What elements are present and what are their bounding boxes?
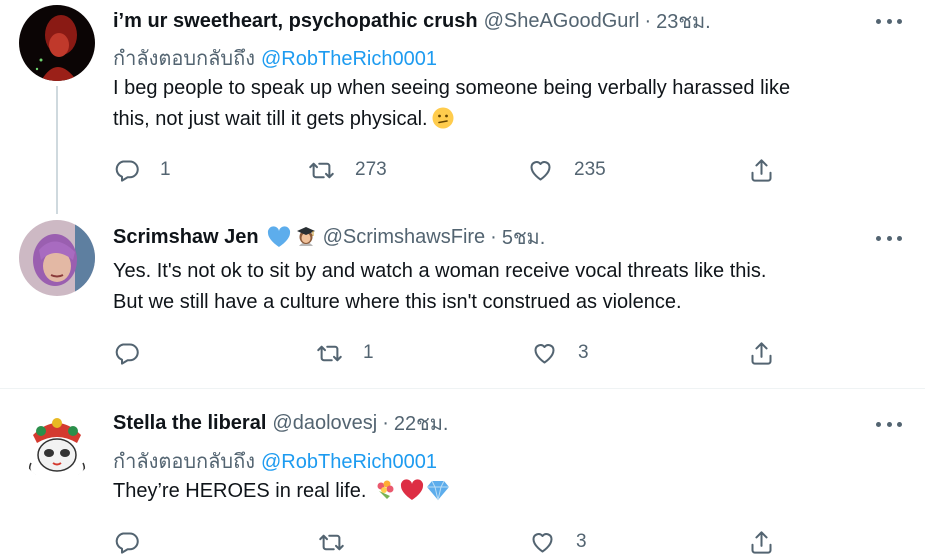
tweet-actions: 1 3 xyxy=(113,338,793,368)
user-handle[interactable]: @SheAGoodGurl xyxy=(484,10,640,33)
display-name[interactable]: i’m ur sweetheart, psychopathic crush xyxy=(113,10,478,33)
display-name[interactable]: Scrimshaw Jen xyxy=(113,226,259,249)
like-button[interactable]: 3 xyxy=(531,338,589,368)
separator-dot: · xyxy=(644,9,652,32)
woman-graduate-emoji xyxy=(295,226,317,248)
user-handle[interactable]: @ScrimshawsFire xyxy=(323,226,486,249)
blue-heart-emoji xyxy=(267,226,290,248)
tweet-actions: 1 273 235 xyxy=(113,155,793,185)
tweet-text: They’re HEROES in real life. xyxy=(113,476,903,507)
tweet-text: Yes. It's not ok to sit by and watch a w… xyxy=(113,256,903,318)
reply-icon xyxy=(115,531,139,554)
retweet-button[interactable]: 1 xyxy=(316,338,374,368)
separator-dot: · xyxy=(382,411,389,434)
confused-face-emoji xyxy=(432,107,454,129)
retweet-icon xyxy=(317,345,342,361)
tweet-header: i’m ur sweetheart, psychopathic crush @S… xyxy=(113,9,711,34)
timestamp[interactable]: 22ชม. xyxy=(394,407,449,439)
retweet-icon xyxy=(319,534,344,550)
tweet-header: Stella the liberal @daolovesj · 22ชม. xyxy=(113,411,448,436)
display-name[interactable]: Stella the liberal xyxy=(113,412,266,435)
tweet-header: Scrimshaw Jen @ScrimshawsFire · 5ชม. xyxy=(113,225,545,250)
reply-icon xyxy=(115,159,139,182)
reply-to-link[interactable]: @RobTheRich0001 xyxy=(261,48,437,70)
like-count: 3 xyxy=(578,342,589,363)
heart-icon xyxy=(534,343,555,364)
tweet-text: I beg people to speak up when seeing som… xyxy=(113,73,903,135)
user-handle[interactable]: @daolovesj xyxy=(272,412,377,435)
like-count: 3 xyxy=(576,531,587,552)
share-button[interactable] xyxy=(748,155,775,185)
tweet-text-line: They’re HEROES in real life. xyxy=(113,476,903,507)
share-icon xyxy=(751,341,772,365)
reply-button[interactable] xyxy=(113,338,160,368)
share-icon xyxy=(751,158,772,182)
reply-button[interactable] xyxy=(113,527,160,557)
heart-icon xyxy=(530,160,551,181)
reply-count: 1 xyxy=(160,159,171,180)
retweet-button[interactable]: 273 xyxy=(308,155,387,185)
avatar[interactable] xyxy=(19,5,95,81)
retweet-count: 1 xyxy=(363,342,374,363)
retweet-icon xyxy=(309,162,334,178)
more-options-icon[interactable] xyxy=(876,233,902,243)
gem-emoji xyxy=(426,479,450,501)
more-options-icon[interactable] xyxy=(876,16,902,26)
share-icon xyxy=(751,530,772,554)
reply-icon xyxy=(115,342,139,365)
tweet-text-line: this, not just wait till it gets physica… xyxy=(113,104,903,135)
tweet-text-line: But we still have a culture where this i… xyxy=(113,291,682,313)
separator-dot: · xyxy=(490,225,497,248)
timestamp[interactable]: 23ชม. xyxy=(656,5,711,37)
tweet-text-line: Yes. It's not ok to sit by and watch a w… xyxy=(113,260,767,282)
reply-prefix: กำลังตอบกลับถึง xyxy=(113,48,255,70)
tweet-divider xyxy=(0,388,925,389)
retweet-button[interactable] xyxy=(318,527,365,557)
retweet-count: 273 xyxy=(355,159,387,180)
thread-line xyxy=(56,86,58,214)
share-button[interactable] xyxy=(748,527,775,557)
reply-button[interactable]: 1 xyxy=(113,155,171,185)
more-options-icon[interactable] xyxy=(876,419,902,429)
bouquet-emoji xyxy=(374,479,396,501)
like-button[interactable]: 235 xyxy=(527,155,606,185)
tweet-text-line: I beg people to speak up when seeing som… xyxy=(113,77,791,99)
like-button[interactable]: 3 xyxy=(529,527,587,557)
avatar[interactable] xyxy=(19,405,95,481)
avatar[interactable] xyxy=(19,220,95,296)
share-button[interactable] xyxy=(748,338,775,368)
like-count: 235 xyxy=(574,159,606,180)
red-heart-emoji xyxy=(400,479,424,501)
reply-context: กำลังตอบกลับถึง @RobTheRich0001 xyxy=(113,445,437,477)
reply-to-link[interactable]: @RobTheRich0001 xyxy=(261,451,437,473)
timestamp[interactable]: 5ชม. xyxy=(502,221,545,253)
reply-prefix: กำลังตอบกลับถึง xyxy=(113,451,255,473)
tweet-actions: 3 xyxy=(113,527,793,557)
heart-icon xyxy=(532,532,553,553)
reply-context: กำลังตอบกลับถึง @RobTheRich0001 xyxy=(113,42,437,74)
